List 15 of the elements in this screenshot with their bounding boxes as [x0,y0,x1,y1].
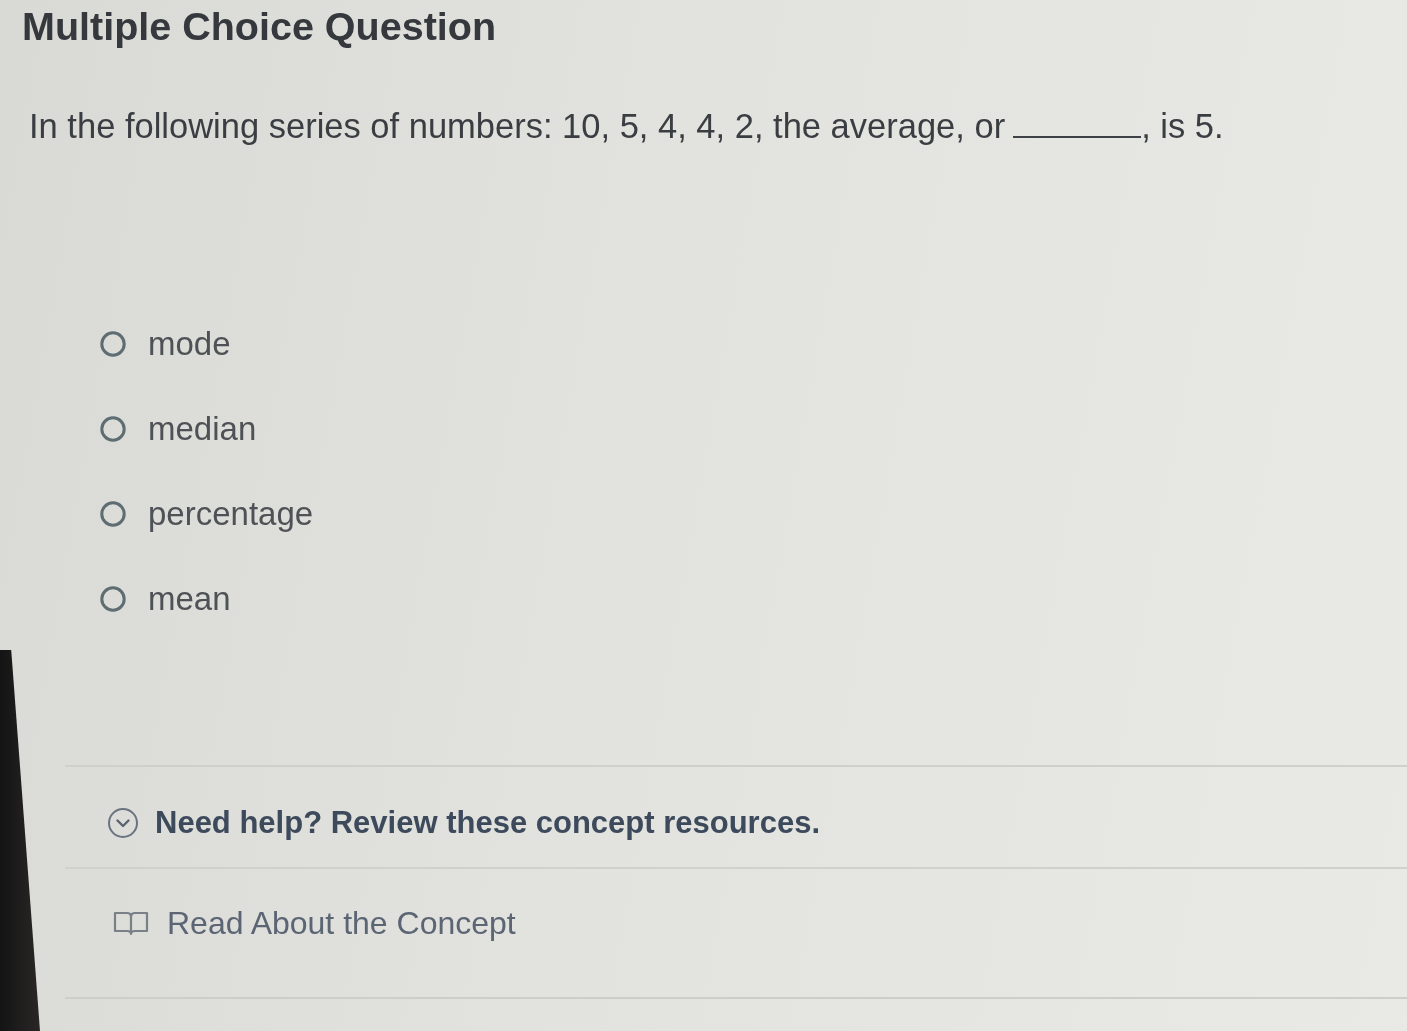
question-text: , is 5. [1141,106,1224,146]
concept-link[interactable]: Read About the Concept [167,905,516,941]
question-title: Multiple Choice Question [22,4,498,48]
radio-icon[interactable] [100,586,126,612]
question-text: In the following series of numbers: 10, 5, 4, 4, 2, the average, or [29,106,1006,146]
radio-icon[interactable] [100,331,126,357]
option-label[interactable]: percentage [148,494,314,534]
radio-icon[interactable] [100,416,126,442]
chevron-down-circle-icon[interactable] [107,807,139,839]
option-label[interactable]: mode [148,324,231,364]
help-toggle-button[interactable]: Need help? Review these concept resources. [155,805,821,841]
option-label[interactable]: median [148,409,257,449]
radio-icon[interactable] [100,501,126,527]
option-label[interactable]: mean [148,579,231,619]
open-book-icon [113,910,149,936]
